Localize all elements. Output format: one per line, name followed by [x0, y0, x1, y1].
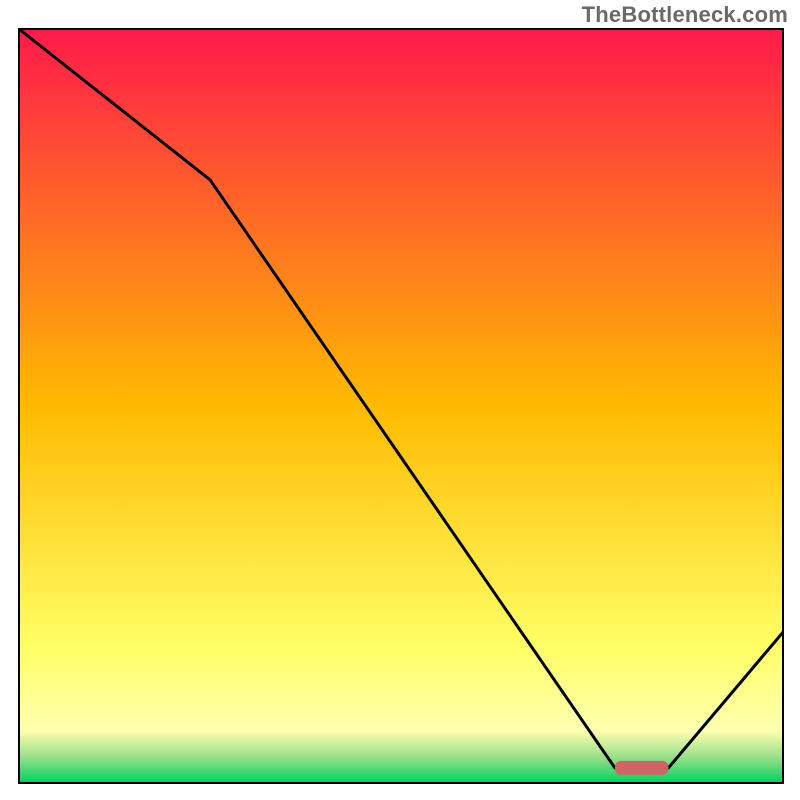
chart-container: TheBottleneck.com: [0, 0, 800, 800]
watermark-text: TheBottleneck.com: [582, 2, 788, 28]
bottleneck-chart: [0, 0, 800, 800]
optimal-marker: [615, 761, 668, 775]
plot-background: [19, 29, 783, 783]
